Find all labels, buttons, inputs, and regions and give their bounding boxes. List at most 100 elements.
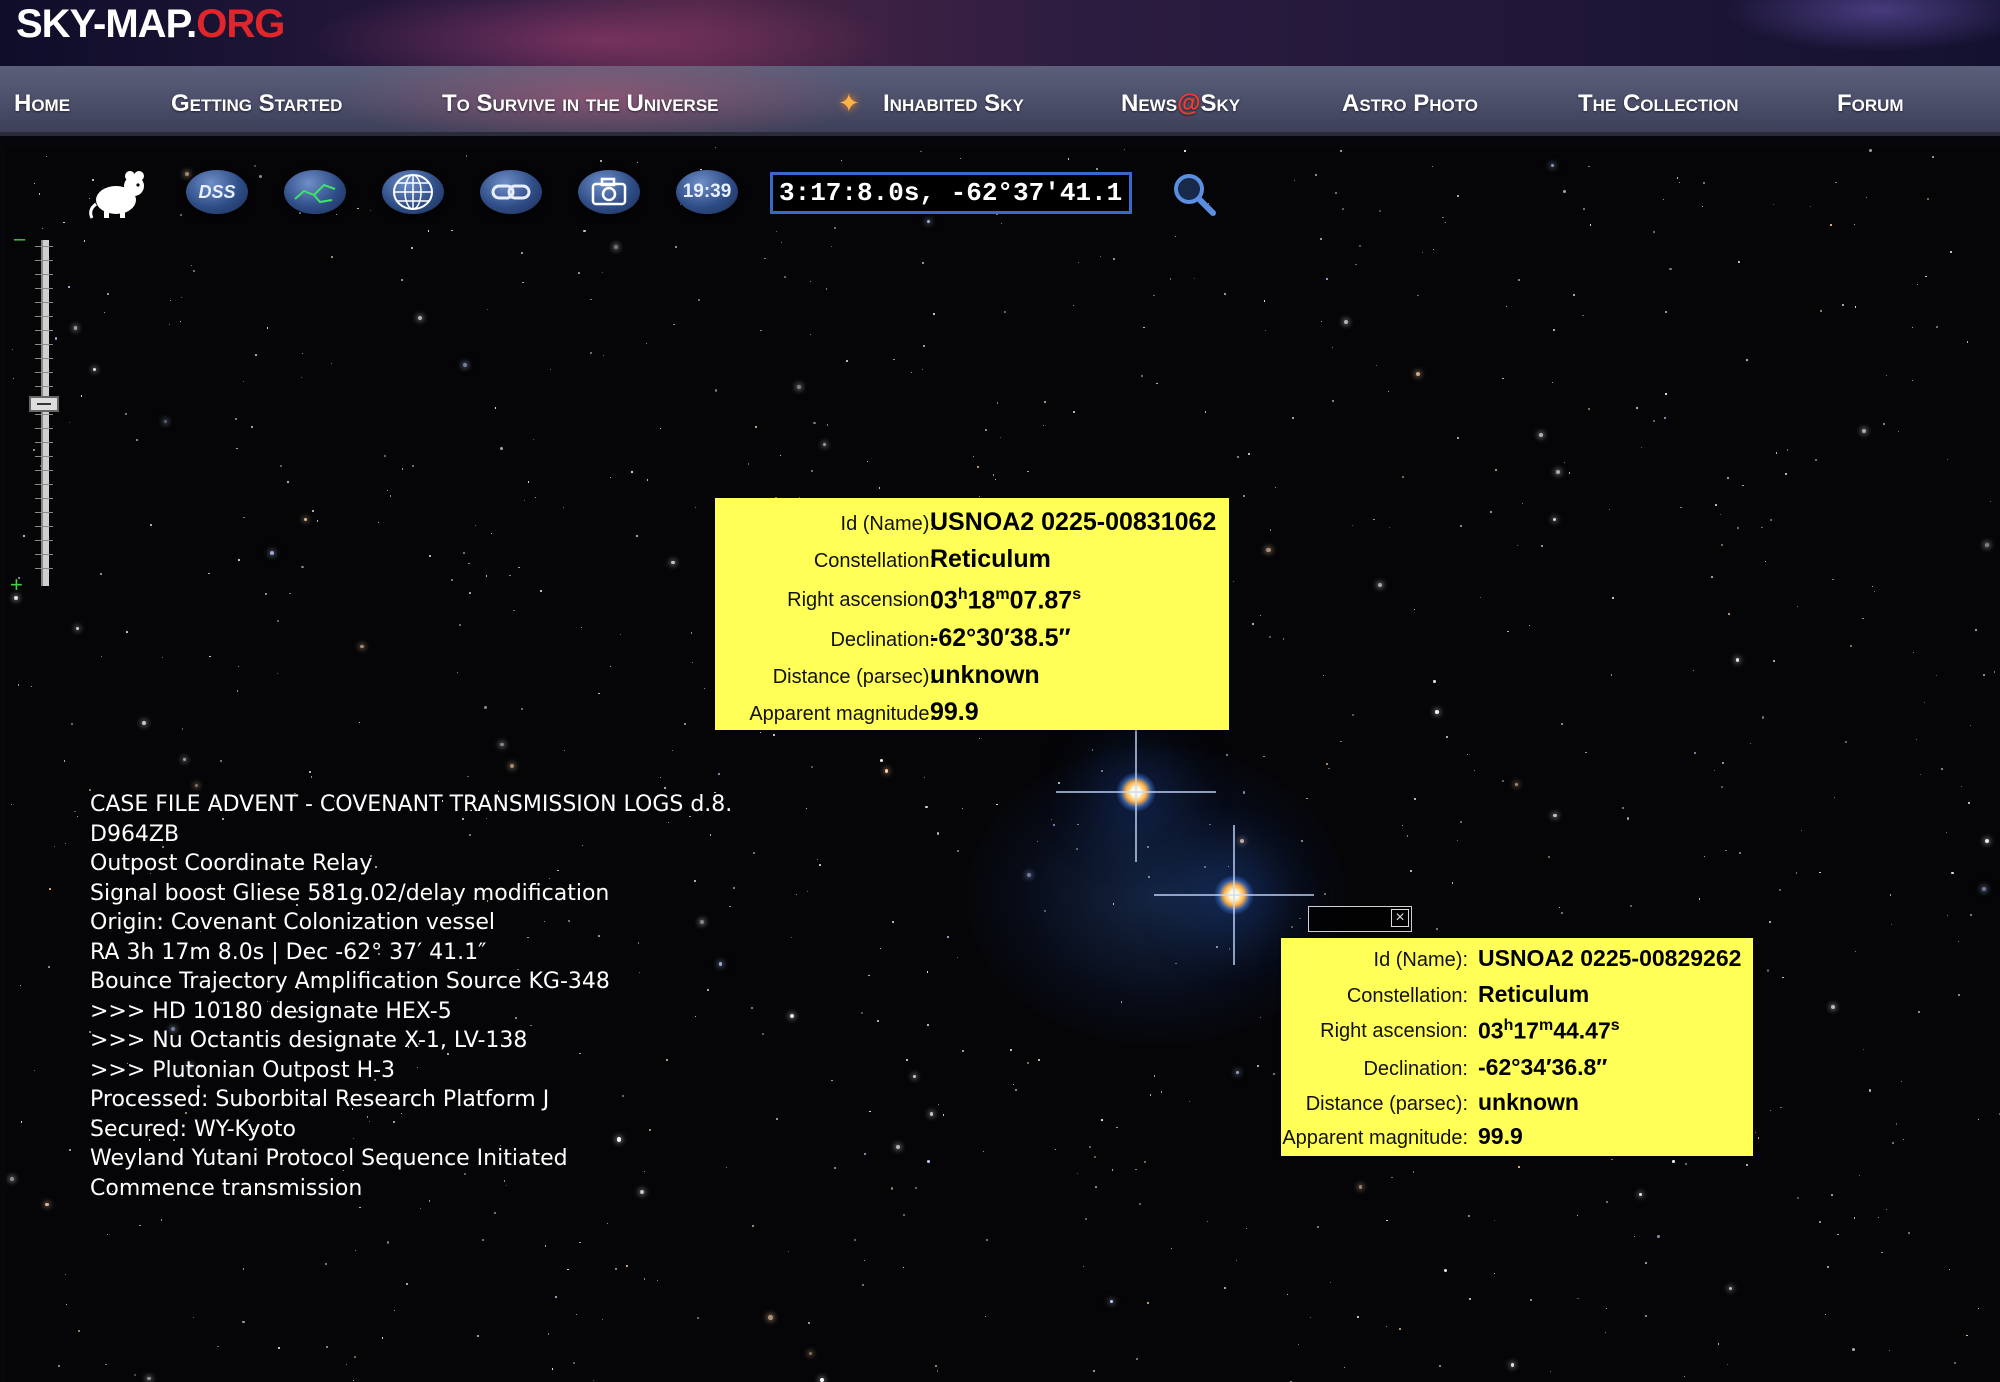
star <box>107 1233 109 1235</box>
star <box>878 487 881 489</box>
star <box>235 418 237 421</box>
star <box>755 425 757 428</box>
ra-seconds: 44.47 <box>1553 1017 1611 1044</box>
star <box>1044 401 1047 403</box>
star <box>405 1283 408 1286</box>
star <box>335 213 338 216</box>
grid-button[interactable] <box>382 170 444 214</box>
star <box>929 1112 934 1116</box>
zoom-in-icon[interactable]: + <box>10 572 23 598</box>
star <box>63 760 66 762</box>
site-logo[interactable]: SKY-MAP.ORG <box>16 2 285 47</box>
star <box>826 424 829 427</box>
star <box>76 815 78 818</box>
search-button[interactable] <box>1170 170 1218 218</box>
star <box>1699 898 1701 900</box>
zoom-tick <box>35 512 53 513</box>
star <box>192 1316 194 1318</box>
nav-astro-photo[interactable]: Astro Photo <box>1342 90 1478 118</box>
star <box>1704 855 1706 857</box>
snapshot-button[interactable] <box>578 170 640 214</box>
star <box>1357 1316 1359 1318</box>
nav-home[interactable]: Home <box>14 90 70 118</box>
star <box>1067 158 1070 160</box>
star <box>1633 1235 1636 1238</box>
star <box>1585 751 1587 754</box>
zoom-tick <box>35 316 53 317</box>
star <box>1925 275 1927 278</box>
star <box>1989 500 1992 503</box>
star <box>278 1347 280 1349</box>
link-button[interactable] <box>480 170 542 214</box>
star <box>54 336 58 340</box>
zoom-slider-track[interactable] <box>41 240 49 586</box>
star <box>161 656 163 658</box>
star <box>1169 278 1172 280</box>
star <box>47 965 50 968</box>
zoom-tick <box>35 470 53 471</box>
unit-h: h <box>1503 1017 1514 1034</box>
star <box>1502 377 1504 380</box>
bright-star[interactable] <box>1154 825 1314 965</box>
star <box>1539 433 1543 437</box>
star <box>764 257 766 260</box>
star <box>1861 428 1866 433</box>
coordinates-search-input[interactable] <box>770 172 1132 214</box>
constellation-lines-button[interactable] <box>284 170 346 214</box>
time-button[interactable]: 19:39 <box>676 170 738 214</box>
star <box>1153 1075 1156 1078</box>
star <box>1460 821 1462 823</box>
star <box>747 463 750 465</box>
zoom-out-icon[interactable]: – <box>14 228 25 251</box>
star <box>1518 1166 1520 1168</box>
star <box>1725 849 1727 852</box>
zoom-tick <box>35 498 53 499</box>
bright-star[interactable] <box>1056 722 1216 862</box>
star <box>1101 1119 1103 1121</box>
star <box>1892 1142 1895 1145</box>
star <box>1560 722 1563 725</box>
star <box>1444 221 1446 223</box>
camera-icon <box>591 177 627 206</box>
star <box>1434 709 1439 714</box>
star <box>170 299 172 301</box>
star-icon: ✦ <box>838 88 860 118</box>
star <box>136 439 139 441</box>
zoom-slider-thumb[interactable] <box>29 396 59 412</box>
star <box>1146 1301 1149 1304</box>
star <box>1727 1364 1729 1366</box>
star <box>1494 1273 1496 1275</box>
star <box>1890 923 1893 926</box>
nav-news-sky[interactable]: News@Sky <box>1121 90 1240 118</box>
close-icon[interactable]: × <box>1391 909 1409 927</box>
star <box>1385 1326 1387 1328</box>
nav-to-survive[interactable]: To Survive in the Universe <box>442 90 719 118</box>
star <box>590 352 592 354</box>
star <box>1761 526 1763 529</box>
nav-inhabited-sky[interactable]: Inhabited Sky <box>883 90 1024 118</box>
star <box>1009 1049 1012 1051</box>
nav-the-collection[interactable]: The Collection <box>1578 90 1739 118</box>
dss-button[interactable]: DSS <box>186 170 248 214</box>
star <box>500 742 504 747</box>
star <box>578 272 580 274</box>
mouse-mascot-icon[interactable] <box>86 166 152 222</box>
star <box>1092 1369 1095 1372</box>
star <box>265 593 268 596</box>
star <box>1099 256 1101 258</box>
star <box>927 219 931 223</box>
star <box>1755 1131 1757 1133</box>
log-line: Commence transmission <box>90 1175 363 1201</box>
star <box>325 1346 328 1349</box>
log-line: Origin: Covenant Colonization vessel <box>90 910 496 935</box>
star <box>704 688 706 690</box>
star <box>1641 446 1643 448</box>
star <box>1742 484 1745 487</box>
nav-forum[interactable]: Forum <box>1837 90 1904 118</box>
nav-getting-started[interactable]: Getting Started <box>171 90 342 118</box>
star <box>242 1321 245 1324</box>
star <box>1919 773 1922 776</box>
star <box>614 245 619 249</box>
star <box>902 1267 905 1269</box>
star <box>49 888 51 890</box>
